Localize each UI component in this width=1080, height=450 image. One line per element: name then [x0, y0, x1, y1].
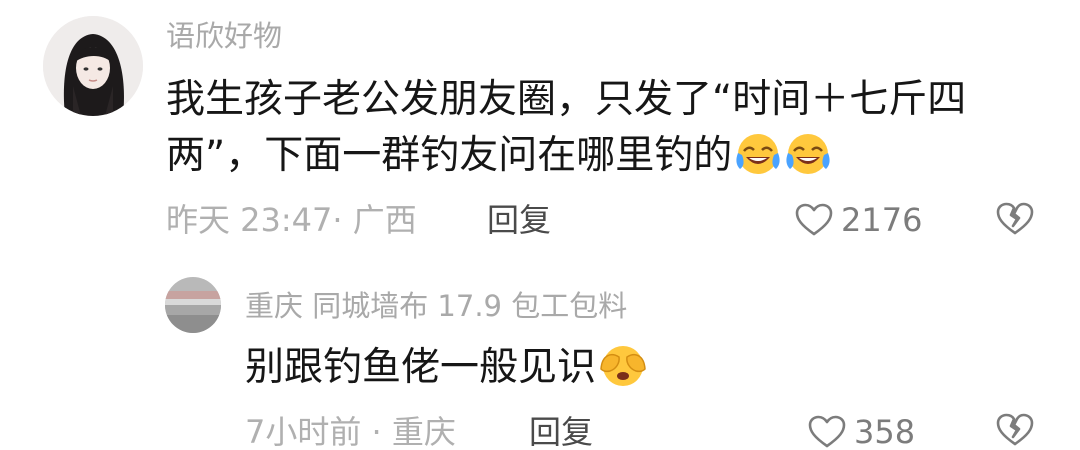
dislike-button[interactable]	[996, 201, 1034, 241]
heart-icon	[795, 203, 833, 236]
comment-meta: 昨天 23:47· 广西	[166, 201, 417, 239]
reply-text-body: 别跟钓鱼佬一般见识	[245, 345, 597, 390]
like-count: 2176	[841, 201, 923, 239]
rofl-emoji	[734, 131, 782, 193]
broken-heart-icon	[996, 413, 1034, 446]
avatar[interactable]	[43, 16, 143, 116]
comment-text: 我生孩子老公发朋友圈，只发了“时间＋七斤四两”，下面一群钓友问在哪里钓的	[166, 72, 1026, 193]
like-button[interactable]: 2176	[795, 198, 922, 242]
reply-text: 别跟钓鱼佬一般见识	[245, 340, 648, 405]
reply-dislike-button[interactable]	[996, 412, 1034, 450]
reply-like-count: 358	[854, 413, 916, 450]
heart-icon	[808, 415, 846, 448]
reply-like-button[interactable]: 358	[808, 412, 915, 450]
reply-button[interactable]: 回复	[487, 198, 551, 242]
comment-username[interactable]: 语欣好物	[166, 16, 282, 56]
covering-eyes-emoji	[598, 343, 648, 405]
comment-thread: 语欣好物 我生孩子老公发朋友圈，只发了“时间＋七斤四两”，下面一群钓友问在哪里钓…	[0, 0, 1080, 450]
reply-username[interactable]: 重庆 同城墙布 17.9 包工包料	[245, 286, 627, 326]
reply-meta: 7小时前 · 重庆	[245, 413, 456, 450]
rofl-emoji	[784, 131, 832, 193]
comment-text-body: 我生孩子老公发朋友圈，只发了“时间＋七斤四两”，下面一群钓友问在哪里钓的	[166, 77, 967, 178]
broken-heart-icon	[996, 202, 1034, 235]
reply-reply-button[interactable]: 回复	[529, 412, 593, 450]
reply-avatar[interactable]	[165, 277, 221, 333]
